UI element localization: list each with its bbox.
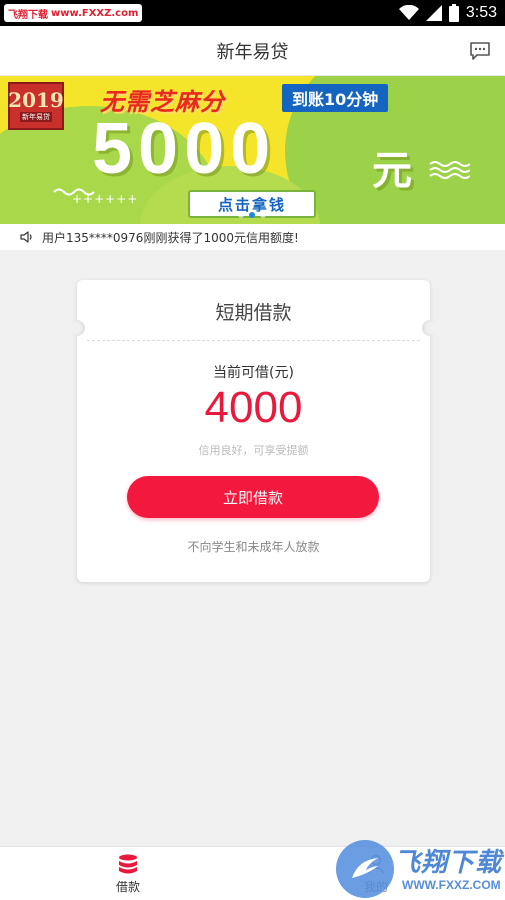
- status-time: 3:53: [465, 4, 497, 21]
- status-bar: 飞翔下载 www.FXXZ.com 3:53: [0, 0, 505, 26]
- carousel-dot[interactable]: [260, 212, 266, 218]
- watermark-emblem: [336, 840, 394, 898]
- watermark-logo: 飞翔下载 WWW.FXXZ.COM: [336, 838, 501, 898]
- wifi-icon: [398, 5, 419, 20]
- speaker-icon: [20, 231, 32, 243]
- carousel-indicator: [238, 212, 266, 218]
- borrow-now-button[interactable]: 立即借款: [127, 476, 379, 518]
- credit-note: 信用良好，可享受提额: [198, 444, 309, 457]
- card-divider: [87, 340, 420, 341]
- promo-banner[interactable]: 2019 新年易贷 无需芝麻分 到账10分钟 5000 元 ++++++ 点击拿…: [0, 76, 505, 224]
- available-label: 当前可借(元): [213, 365, 294, 381]
- brand-logo-text: 新年易贷: [20, 112, 52, 122]
- nav-tab-borrow[interactable]: 借款: [68, 847, 188, 900]
- battery-icon: [448, 4, 459, 22]
- watermark-name: 飞翔下载: [394, 848, 503, 878]
- banner-unit: 元: [372, 148, 412, 194]
- loan-card: 短期借款 当前可借(元) 4000 信用良好，可享受提额 立即借款 不向学生和未…: [69, 280, 438, 582]
- watermark-url: www.FXXZ.com: [51, 7, 139, 19]
- notice-text: 用户135****0976刚刚获得了1000元信用额度!: [42, 230, 299, 245]
- banner-amount: 5000: [92, 109, 277, 189]
- carousel-dot-active[interactable]: [249, 212, 255, 218]
- available-amount: 4000: [204, 383, 303, 432]
- brand-logo-glyph: 2019: [8, 88, 64, 112]
- nav-label-borrow: 借款: [115, 880, 140, 894]
- brand-logo: 2019 新年易贷: [8, 82, 64, 130]
- wing-icon: [352, 858, 378, 878]
- card-title: 短期借款: [215, 301, 292, 324]
- message-icon[interactable]: [469, 41, 491, 61]
- carousel-dot[interactable]: [238, 212, 244, 218]
- title-bar: 新年易贷: [0, 26, 505, 76]
- watermark-brand: 飞翔下载: [8, 9, 48, 21]
- page-title: 新年易贷: [216, 41, 289, 63]
- database-stack-icon: [119, 854, 137, 874]
- signal-icon: [425, 5, 442, 21]
- plus-decor: ++++++: [72, 192, 139, 206]
- wave-decor-icon: [429, 161, 470, 179]
- policy-note: 不向学生和未成年人放款: [187, 540, 320, 554]
- notice-bar: 用户135****0976刚刚获得了1000元信用额度!: [0, 224, 505, 250]
- banner-tag: 到账10分钟: [282, 84, 389, 112]
- watermark-site: WWW.FXXZ.COM: [402, 878, 501, 892]
- status-icons: 3:53: [398, 0, 497, 26]
- watermark-tag: 飞翔下载 www.FXXZ.com: [4, 4, 143, 22]
